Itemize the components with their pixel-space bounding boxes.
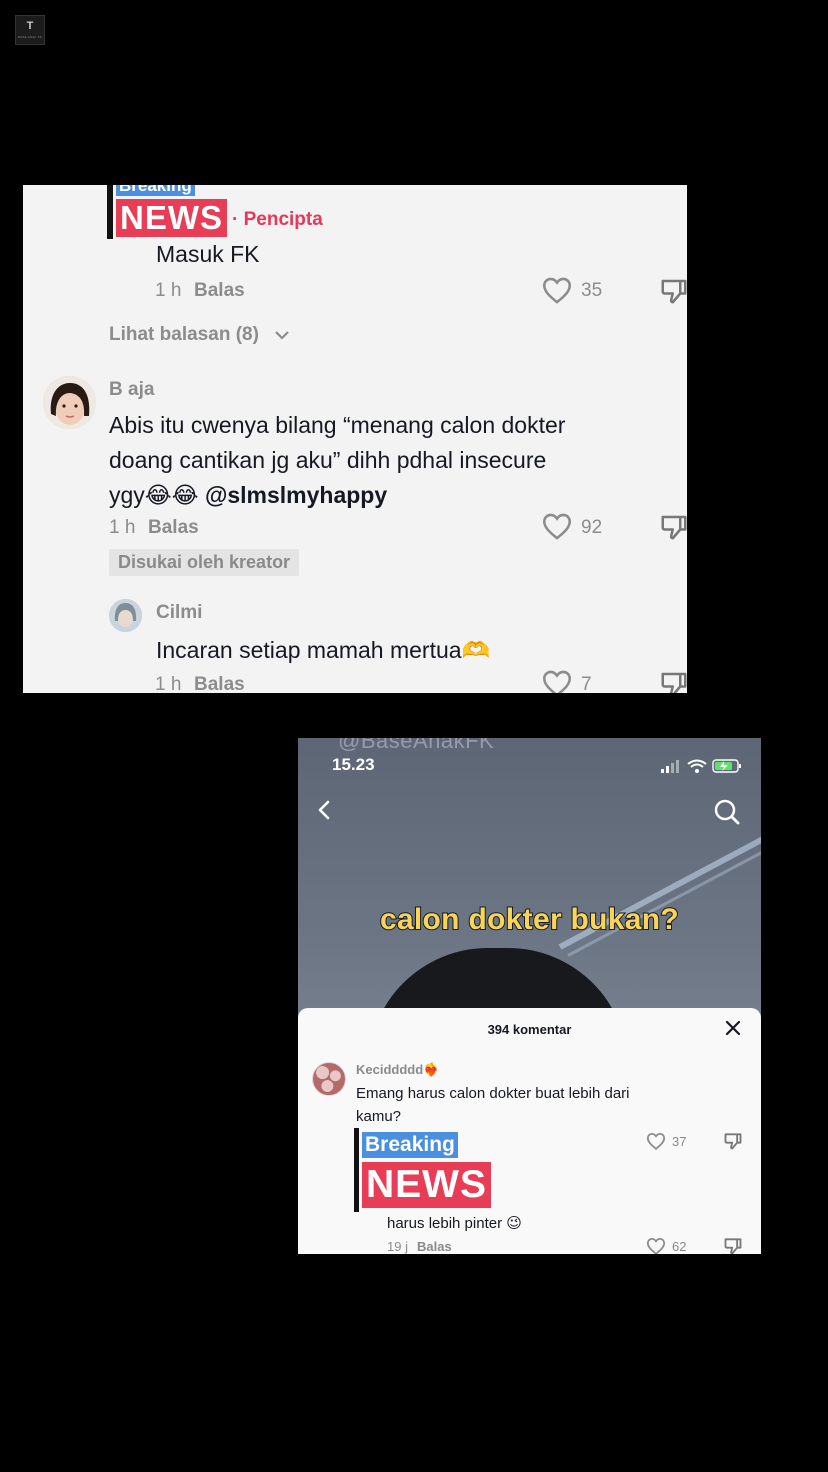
dislike-icon[interactable] [659, 276, 687, 306]
signal-wifi-battery-icon [661, 759, 741, 773]
mention-link[interactable]: @slmslmyhappy [205, 482, 387, 508]
liked-by-creator-badge: Disukai oleh kreator [109, 549, 300, 576]
channel-logo: T BASE ANAK FK [15, 15, 45, 45]
comment-username[interactable]: B aja [109, 379, 154, 401]
avatar[interactable] [312, 1062, 346, 1096]
avatar-image [43, 376, 96, 429]
reply-button[interactable]: Balas [148, 517, 199, 539]
chevron-down-icon [275, 331, 289, 340]
dislike-icon[interactable] [659, 669, 687, 693]
comment-username[interactable]: Keciddddd❤️‍🔥 [356, 1062, 439, 1078]
badge-breaking-label: Breaking [116, 185, 195, 196]
comment-line-2: kamu? [356, 1108, 402, 1125]
reply-time: 19 j [387, 1239, 408, 1254]
comment-line-1: Emang harus calon dokter buat lebih dari [356, 1085, 630, 1102]
avatar[interactable] [43, 376, 96, 429]
reply-button[interactable]: Balas [194, 280, 245, 302]
badge-breaking-label: Breaking [362, 1132, 458, 1158]
heart-icon[interactable] [646, 1237, 666, 1254]
avatar[interactable] [109, 599, 142, 632]
dislike-icon[interactable] [723, 1131, 743, 1151]
comment-line-3: ygy😂😂 @slmslmyhappy [109, 482, 387, 509]
back-arrow-icon[interactable] [314, 799, 334, 821]
like-count: 62 [672, 1239, 687, 1254]
reply-time: 1 h [155, 280, 182, 301]
like-count: 35 [581, 280, 603, 301]
watermark-text: @BaseAnakFK [338, 738, 495, 753]
screenshot-video-comments: @BaseAnakFK 15.23 calon dokter bukan? 39… [298, 738, 761, 1254]
comment-count-title: 394 komentar [487, 1022, 572, 1037]
reply-text: Incaran setiap mamah mertua🫶 [156, 637, 491, 663]
comment-time: 1 h [109, 517, 136, 538]
reply-button[interactable]: Balas [417, 1239, 452, 1254]
comments-sheet: 394 komentar Keciddddd❤️‍🔥 Emang harus c… [298, 1008, 761, 1254]
badge-news-label: NEWS [116, 199, 227, 237]
comment-line-1: Abis itu cwenya bilang “menang calon dok… [109, 412, 566, 438]
comment-line-3-text: ygy😂😂 [109, 482, 199, 508]
like-count: 7 [581, 674, 592, 693]
video-caption: calon dokter bukan? [379, 902, 680, 937]
reply-time: 1 h [155, 674, 182, 693]
status-time: 15.23 [332, 755, 375, 774]
reply-button[interactable]: Balas [194, 674, 245, 693]
badge-bar [107, 185, 113, 239]
channel-logo-text: BASE ANAK FK [18, 35, 42, 39]
status-icons [661, 758, 743, 779]
reply-text: harus lebih pinter 😉 [387, 1215, 522, 1232]
like-count: 37 [672, 1134, 687, 1149]
badge-bar [354, 1128, 359, 1212]
badge-news-label: NEWS [362, 1162, 491, 1208]
close-icon[interactable] [725, 1020, 741, 1036]
channel-logo-letter: T [26, 20, 34, 32]
dislike-icon[interactable] [659, 512, 687, 542]
reply-username[interactable]: Cilmi [156, 602, 202, 624]
screenshot-comments-1: Breaking NEWS · Pencipta Masuk FK 1 h Ba… [23, 185, 687, 693]
like-count: 92 [581, 517, 603, 538]
search-icon[interactable] [713, 798, 741, 826]
comment-line-2: doang cantikan jg aku” dihh pdhal insecu… [109, 447, 547, 473]
view-replies-link[interactable]: Lihat balasan (8) [109, 324, 259, 346]
avatar-image [109, 599, 142, 632]
reply-text: Masuk FK [156, 241, 260, 267]
heart-icon[interactable] [541, 276, 573, 304]
heart-icon[interactable] [541, 669, 573, 693]
heart-icon[interactable] [646, 1132, 666, 1150]
creator-tag: · Pencipta [232, 209, 323, 230]
dislike-icon[interactable] [723, 1236, 743, 1254]
heart-icon[interactable] [541, 512, 573, 540]
